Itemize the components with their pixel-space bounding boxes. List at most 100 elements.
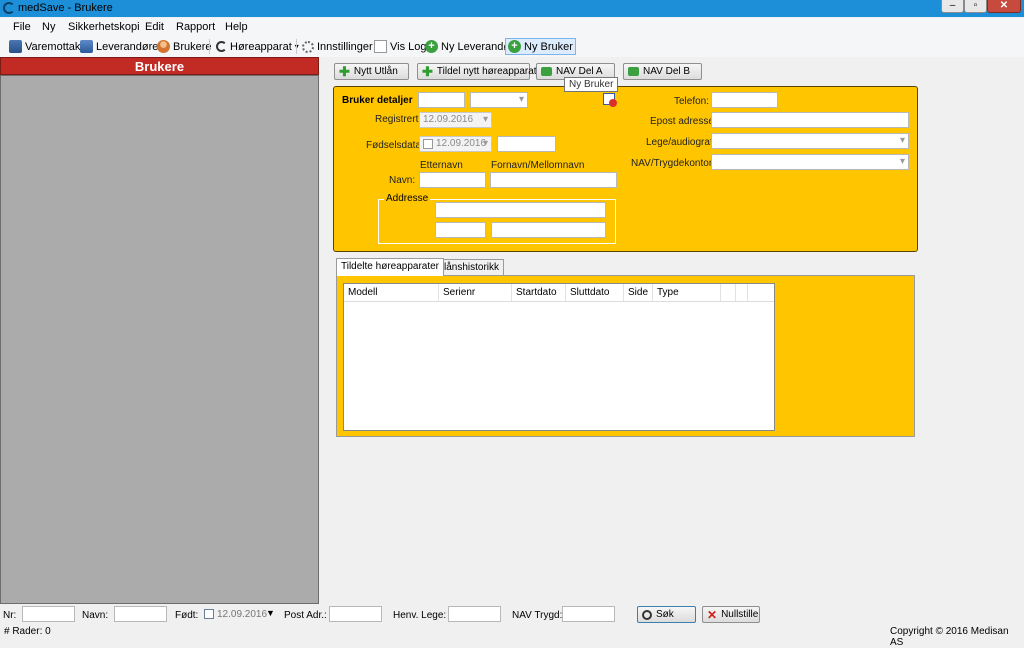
tildel-button[interactable]: ✚ Tildel nytt høreapparat <box>417 63 537 80</box>
nytt-utlan-label: Nytt Utlån <box>353 66 398 77</box>
chevron-down-icon: ▼ <box>266 608 275 618</box>
toolbar-innstillinger[interactable]: Innstillinger <box>300 38 375 55</box>
toolbar-separator <box>296 39 297 54</box>
toolbar-innstillinger-label: Innstillinger <box>317 40 373 53</box>
filter-nav-label: NAV Trygd: <box>512 610 563 621</box>
app-icon <box>3 2 15 14</box>
etternavn-label: Etternavn <box>420 160 463 171</box>
menu-bar: File Ny Sikkerhetskopi Edit Rapport Help <box>0 18 1024 36</box>
fodsel-date-picker[interactable]: 12.09.2016 <box>419 136 492 152</box>
toolbar-ny-bruker[interactable]: + Ny Bruker <box>505 38 576 55</box>
fornavn-label: Fornavn/Mellomnavn <box>491 160 585 171</box>
toolbar-ny-bruker-label: Ny Bruker <box>524 40 573 53</box>
close-icon: ✕ <box>707 607 718 622</box>
nytt-utlan-button[interactable]: ✚ Nytt Utlån <box>334 63 409 80</box>
address-line-input[interactable] <box>435 202 606 218</box>
lege-select[interactable] <box>711 133 909 149</box>
filter-nr-label: Nr: <box>3 610 17 621</box>
poststed-input[interactable] <box>491 222 606 238</box>
filter-fodt-value: 12.09.2016 <box>217 609 268 620</box>
menu-rapport[interactable]: Rapport <box>176 21 215 33</box>
toolbar-vislog-label: Vis Log <box>390 40 427 53</box>
etternavn-input[interactable] <box>419 172 486 188</box>
registrert-value: 12.09.2016 <box>423 114 474 125</box>
toolbar-brukere[interactable]: Brukere <box>155 38 214 55</box>
filter-henv-label: Henv. Lege: <box>393 610 447 621</box>
plus-icon: + <box>508 40 521 53</box>
toolbar-horeapparat-label: Høreapparat <box>230 40 292 53</box>
fornavn-input[interactable] <box>490 172 617 188</box>
delete-user-icon[interactable] <box>603 93 617 107</box>
title-bar: medSave - Brukere – ▫ ✕ <box>0 0 1024 17</box>
hearing-aid-grid[interactable]: Modell Serienr Startdato Sluttdato Side … <box>343 283 775 431</box>
toolbar-ny-leverandor-label: Ny Leverandør <box>441 40 514 53</box>
filter-post-label: Post Adr.: <box>284 610 327 621</box>
registrert-date-picker[interactable]: 12.09.2016 <box>419 112 492 128</box>
navn-label: Navn: <box>389 175 416 186</box>
toolbar-leverandorer-label: Leverandører <box>96 40 163 53</box>
column-header-type[interactable]: Type <box>653 284 721 301</box>
nav-del-a-label: NAV Del A <box>556 66 603 77</box>
filter-nr-input[interactable] <box>22 606 75 622</box>
gear-icon <box>302 40 314 53</box>
column-header-side[interactable]: Side <box>624 284 653 301</box>
sok-button[interactable]: Søk <box>637 606 696 623</box>
user-list[interactable] <box>0 75 319 604</box>
nullstille-button[interactable]: ✕ Nullstille <box>702 606 760 623</box>
epost-input[interactable] <box>711 112 909 128</box>
column-header-serienr[interactable]: Serienr <box>439 284 512 301</box>
search-icon <box>642 609 652 620</box>
tooltip: Ny Bruker <box>564 77 619 92</box>
nullstille-label: Nullstille <box>721 609 759 620</box>
user-type-select[interactable] <box>470 92 528 108</box>
maximize-button[interactable]: ▫ <box>964 0 987 13</box>
plus-icon: ✚ <box>339 64 350 79</box>
minimize-button[interactable]: – <box>941 0 964 13</box>
toolbar-vislog[interactable]: Vis Log <box>372 38 429 55</box>
postnr-input[interactable] <box>435 222 486 238</box>
copyright-text: Copyright © 2016 Medisan AS <box>890 626 1009 648</box>
filter-nav-input[interactable] <box>562 606 615 622</box>
menu-edit[interactable]: Edit <box>145 21 164 33</box>
tab-tildelte-horeapparater[interactable]: Tildelte høreapparater <box>336 258 445 276</box>
calendar-icon <box>204 609 214 619</box>
window-title: medSave - Brukere <box>18 2 113 14</box>
fodsel-label: Fødselsdata: <box>366 140 424 151</box>
user-id-field[interactable] <box>418 92 465 108</box>
filter-navn-input[interactable] <box>114 606 167 622</box>
plus-icon: + <box>425 40 438 53</box>
telefon-label: Telefon: <box>674 96 710 107</box>
fodsel-checkbox[interactable] <box>423 139 433 149</box>
telefon-input[interactable] <box>711 92 778 108</box>
filter-fodt-date-picker[interactable]: 12.09.2016 ▼ <box>204 608 276 622</box>
toolbar-varemottak[interactable]: Varemottak <box>7 38 82 55</box>
left-panel-title: Brukere <box>0 57 319 75</box>
filter-fodt-label: Født: <box>175 610 199 621</box>
toolbar-separator <box>209 39 210 54</box>
nav-del-b-button[interactable]: NAV Del B <box>623 63 702 80</box>
toolbar-ny-leverandor[interactable]: + Ny Leverandør <box>423 38 516 55</box>
nav-icon <box>628 67 639 76</box>
menu-ny[interactable]: Ny <box>42 21 55 33</box>
fodsel-value: 12.09.2016 <box>436 138 487 149</box>
grid-header-divider <box>344 301 774 302</box>
filter-henv-input[interactable] <box>448 606 501 622</box>
nav-icon <box>541 67 552 76</box>
menu-help[interactable]: Help <box>225 21 248 33</box>
column-header-sluttdato[interactable]: Sluttdato <box>566 284 624 301</box>
filter-navn-label: Navn: <box>82 610 109 621</box>
nav-kontor-select[interactable] <box>711 154 909 170</box>
column-header-blank <box>736 284 748 301</box>
menu-file[interactable]: File <box>13 21 31 33</box>
fodsel-extra-field[interactable] <box>497 136 556 152</box>
column-header-startdato[interactable]: Startdato <box>512 284 566 301</box>
menu-sikkerhetskopi[interactable]: Sikkerhetskopi <box>68 21 140 33</box>
toolbar-leverandorer[interactable]: Leverandører <box>78 38 164 55</box>
sok-label: Søk <box>656 609 674 620</box>
toolbar-horeapparat[interactable]: Høreapparat ▾ <box>214 38 301 55</box>
row-count: # Rader: 0 <box>4 626 51 637</box>
address-legend: Addresse <box>384 193 431 204</box>
column-header-modell[interactable]: Modell <box>344 284 439 301</box>
close-button[interactable]: ✕ <box>987 0 1021 13</box>
filter-post-input[interactable] <box>329 606 382 622</box>
